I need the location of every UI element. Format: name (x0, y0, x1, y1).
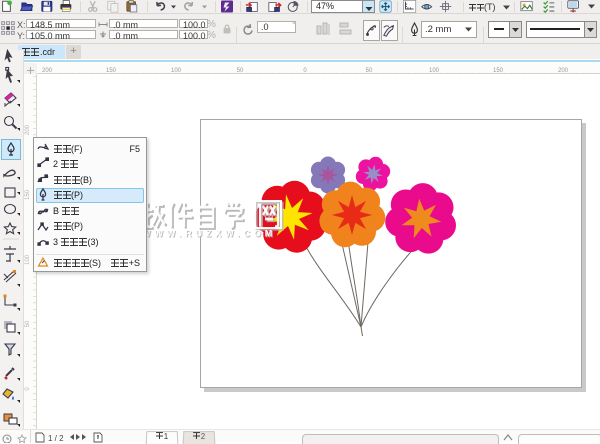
svg-text:200: 200 (25, 124, 31, 135)
svg-text:100: 100 (25, 254, 31, 265)
svg-text:50: 50 (25, 320, 31, 327)
svg-text:150: 150 (25, 189, 31, 200)
svg-text:WWW.RUZXW.COM: WWW.RUZXW.COM (142, 229, 276, 239)
